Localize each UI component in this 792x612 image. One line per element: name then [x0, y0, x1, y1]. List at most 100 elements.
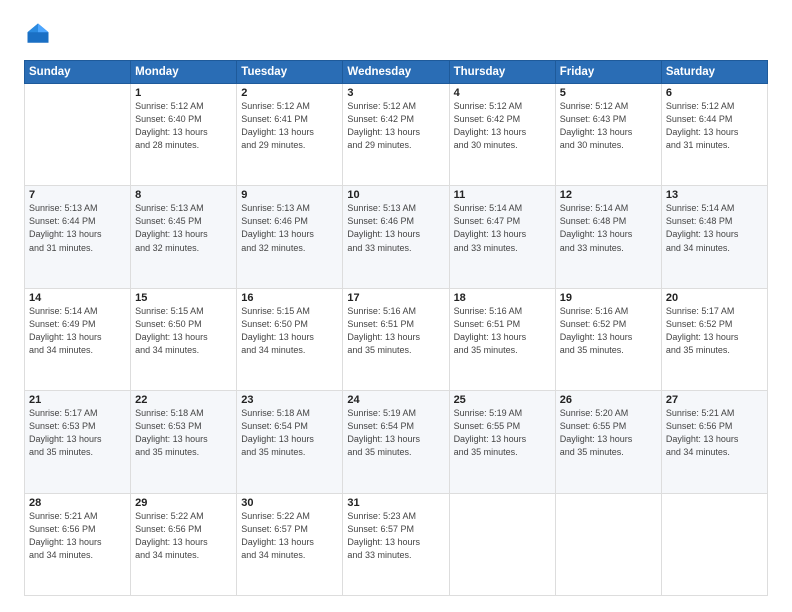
calendar-week-row: 14 Sunrise: 5:14 AM Sunset: 6:49 PM Dayli… — [25, 288, 768, 390]
day-number: 1 — [135, 87, 232, 99]
calendar-cell — [449, 493, 555, 595]
day-number: 16 — [241, 292, 338, 304]
day-number: 15 — [135, 292, 232, 304]
calendar-week-row: 7 Sunrise: 5:13 AM Sunset: 6:44 PM Daylig… — [25, 186, 768, 288]
weekday-header-friday: Friday — [555, 61, 661, 84]
calendar-cell: 12 Sunrise: 5:14 AM Sunset: 6:48 PM Dayli… — [555, 186, 661, 288]
calendar-cell: 29 Sunrise: 5:22 AM Sunset: 6:56 PM Dayli… — [131, 493, 237, 595]
day-info: Sunrise: 5:14 AM Sunset: 6:47 PM Dayligh… — [454, 203, 527, 252]
day-info: Sunrise: 5:18 AM Sunset: 6:54 PM Dayligh… — [241, 408, 314, 457]
day-info: Sunrise: 5:19 AM Sunset: 6:54 PM Dayligh… — [347, 408, 420, 457]
day-info: Sunrise: 5:13 AM Sunset: 6:46 PM Dayligh… — [347, 203, 420, 252]
weekday-header-saturday: Saturday — [661, 61, 767, 84]
day-info: Sunrise: 5:16 AM Sunset: 6:51 PM Dayligh… — [347, 306, 420, 355]
day-info: Sunrise: 5:12 AM Sunset: 6:42 PM Dayligh… — [454, 101, 527, 150]
calendar-cell: 17 Sunrise: 5:16 AM Sunset: 6:51 PM Dayli… — [343, 288, 449, 390]
calendar-cell: 10Sunrise: 5:13 AM Sunset: 6:46 PM Dayli… — [343, 186, 449, 288]
calendar-cell: 26Sunrise: 5:20 AM Sunset: 6:55 PM Dayli… — [555, 391, 661, 493]
calendar-cell: 19Sunrise: 5:16 AM Sunset: 6:52 PM Dayli… — [555, 288, 661, 390]
day-info: Sunrise: 5:23 AM Sunset: 6:57 PM Dayligh… — [347, 511, 420, 560]
day-number: 29 — [135, 497, 232, 509]
day-number: 17 — [347, 292, 444, 304]
calendar-table: SundayMondayTuesdayWednesdayThursdayFrid… — [24, 60, 768, 596]
calendar-cell: 28Sunrise: 5:21 AM Sunset: 6:56 PM Dayli… — [25, 493, 131, 595]
calendar-cell: 24 Sunrise: 5:19 AM Sunset: 6:54 PM Dayli… — [343, 391, 449, 493]
calendar-cell: 2 Sunrise: 5:12 AM Sunset: 6:41 PM Daylig… — [237, 84, 343, 186]
calendar-cell: 16 Sunrise: 5:15 AM Sunset: 6:50 PM Dayli… — [237, 288, 343, 390]
day-number: 3 — [347, 87, 444, 99]
calendar-cell: 9 Sunrise: 5:13 AM Sunset: 6:46 PM Daylig… — [237, 186, 343, 288]
calendar-week-row: 21 Sunrise: 5:17 AM Sunset: 6:53 PM Dayli… — [25, 391, 768, 493]
day-number: 9 — [241, 189, 338, 201]
weekday-header-thursday: Thursday — [449, 61, 555, 84]
calendar-cell — [661, 493, 767, 595]
day-number: 2 — [241, 87, 338, 99]
weekday-header-monday: Monday — [131, 61, 237, 84]
day-info: Sunrise: 5:12 AM Sunset: 6:40 PM Dayligh… — [135, 101, 208, 150]
calendar-cell: 18 Sunrise: 5:16 AM Sunset: 6:51 PM Dayli… — [449, 288, 555, 390]
day-info: Sunrise: 5:20 AM Sunset: 6:55 PM Dayligh… — [560, 408, 633, 457]
day-number: 18 — [454, 292, 551, 304]
calendar-cell: 27 Sunrise: 5:21 AM Sunset: 6:56 PM Dayli… — [661, 391, 767, 493]
weekday-header-row: SundayMondayTuesdayWednesdayThursdayFrid… — [25, 61, 768, 84]
calendar-cell: 8Sunrise: 5:13 AM Sunset: 6:45 PM Daylig… — [131, 186, 237, 288]
day-number: 25 — [454, 394, 551, 406]
calendar-cell: 11 Sunrise: 5:14 AM Sunset: 6:47 PM Dayli… — [449, 186, 555, 288]
day-number: 13 — [666, 189, 763, 201]
day-number: 14 — [29, 292, 126, 304]
day-info: Sunrise: 5:14 AM Sunset: 6:48 PM Dayligh… — [666, 203, 739, 252]
day-number: 22 — [135, 394, 232, 406]
logo-icon — [24, 20, 52, 48]
day-info: Sunrise: 5:13 AM Sunset: 6:46 PM Dayligh… — [241, 203, 314, 252]
day-info: Sunrise: 5:16 AM Sunset: 6:52 PM Dayligh… — [560, 306, 633, 355]
weekday-header-sunday: Sunday — [25, 61, 131, 84]
day-info: Sunrise: 5:17 AM Sunset: 6:53 PM Dayligh… — [29, 408, 102, 457]
day-number: 12 — [560, 189, 657, 201]
header — [24, 20, 768, 48]
day-number: 28 — [29, 497, 126, 509]
calendar-cell: 14 Sunrise: 5:14 AM Sunset: 6:49 PM Dayli… — [25, 288, 131, 390]
day-number: 8 — [135, 189, 232, 201]
day-number: 11 — [454, 189, 551, 201]
day-number: 7 — [29, 189, 126, 201]
calendar-week-row: 28Sunrise: 5:21 AM Sunset: 6:56 PM Dayli… — [25, 493, 768, 595]
calendar-cell — [555, 493, 661, 595]
calendar-week-row: 1 Sunrise: 5:12 AM Sunset: 6:40 PM Daylig… — [25, 84, 768, 186]
day-number: 4 — [454, 87, 551, 99]
day-info: Sunrise: 5:15 AM Sunset: 6:50 PM Dayligh… — [135, 306, 208, 355]
calendar-cell: 30 Sunrise: 5:22 AM Sunset: 6:57 PM Dayli… — [237, 493, 343, 595]
calendar-cell — [25, 84, 131, 186]
page: SundayMondayTuesdayWednesdayThursdayFrid… — [0, 0, 792, 612]
day-info: Sunrise: 5:17 AM Sunset: 6:52 PM Dayligh… — [666, 306, 739, 355]
day-info: Sunrise: 5:13 AM Sunset: 6:44 PM Dayligh… — [29, 203, 102, 252]
day-info: Sunrise: 5:15 AM Sunset: 6:50 PM Dayligh… — [241, 306, 314, 355]
calendar-cell: 21 Sunrise: 5:17 AM Sunset: 6:53 PM Dayli… — [25, 391, 131, 493]
calendar-cell: 3Sunrise: 5:12 AM Sunset: 6:42 PM Daylig… — [343, 84, 449, 186]
day-info: Sunrise: 5:14 AM Sunset: 6:49 PM Dayligh… — [29, 306, 102, 355]
day-info: Sunrise: 5:12 AM Sunset: 6:41 PM Dayligh… — [241, 101, 314, 150]
day-number: 31 — [347, 497, 444, 509]
day-info: Sunrise: 5:21 AM Sunset: 6:56 PM Dayligh… — [666, 408, 739, 457]
calendar-cell: 1 Sunrise: 5:12 AM Sunset: 6:40 PM Daylig… — [131, 84, 237, 186]
calendar-cell: 7 Sunrise: 5:13 AM Sunset: 6:44 PM Daylig… — [25, 186, 131, 288]
day-number: 27 — [666, 394, 763, 406]
calendar-cell: 6Sunrise: 5:12 AM Sunset: 6:44 PM Daylig… — [661, 84, 767, 186]
day-info: Sunrise: 5:16 AM Sunset: 6:51 PM Dayligh… — [454, 306, 527, 355]
calendar-cell: 31 Sunrise: 5:23 AM Sunset: 6:57 PM Dayli… — [343, 493, 449, 595]
day-info: Sunrise: 5:22 AM Sunset: 6:56 PM Dayligh… — [135, 511, 208, 560]
day-info: Sunrise: 5:18 AM Sunset: 6:53 PM Dayligh… — [135, 408, 208, 457]
day-number: 30 — [241, 497, 338, 509]
day-info: Sunrise: 5:12 AM Sunset: 6:43 PM Dayligh… — [560, 101, 633, 150]
day-info: Sunrise: 5:22 AM Sunset: 6:57 PM Dayligh… — [241, 511, 314, 560]
day-number: 20 — [666, 292, 763, 304]
day-info: Sunrise: 5:14 AM Sunset: 6:48 PM Dayligh… — [560, 203, 633, 252]
calendar-cell: 20 Sunrise: 5:17 AM Sunset: 6:52 PM Dayli… — [661, 288, 767, 390]
day-number: 23 — [241, 394, 338, 406]
day-number: 21 — [29, 394, 126, 406]
calendar-cell: 15 Sunrise: 5:15 AM Sunset: 6:50 PM Dayli… — [131, 288, 237, 390]
day-number: 5 — [560, 87, 657, 99]
day-number: 24 — [347, 394, 444, 406]
day-number: 6 — [666, 87, 763, 99]
calendar-cell: 22 Sunrise: 5:18 AM Sunset: 6:53 PM Dayli… — [131, 391, 237, 493]
logo — [24, 20, 56, 48]
